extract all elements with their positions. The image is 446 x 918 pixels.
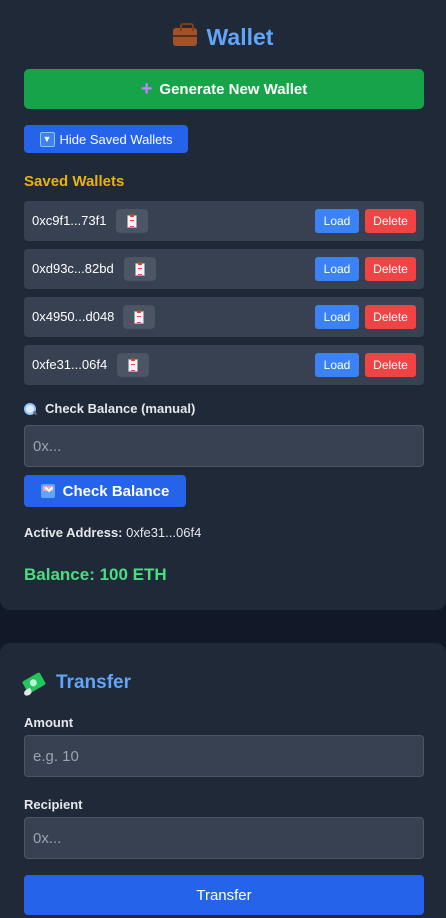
wallet-address: 0xfe31...06f4 [32, 357, 108, 372]
check-balance-button[interactable]: Check Balance [24, 475, 186, 507]
briefcase-icon [172, 23, 197, 46]
recipient-label: Recipient [24, 797, 83, 812]
triangle-down-icon: ▼ [39, 131, 55, 147]
recipient-input[interactable] [24, 817, 424, 859]
wallet-card: Wallet + Generate New Wallet ▼ Hide Save… [0, 0, 446, 610]
transfer-title-text: Transfer [56, 672, 131, 693]
load-wallet-button[interactable]: Load [315, 209, 359, 233]
copy-address-button[interactable] [116, 209, 148, 233]
copy-address-button[interactable] [124, 257, 156, 281]
transfer-button[interactable]: Transfer [24, 875, 424, 915]
money-icon [21, 671, 47, 695]
hide-saved-wallets-button[interactable]: ▼ Hide Saved Wallets [24, 125, 188, 153]
active-address-label: Active Address: [24, 525, 123, 540]
wallet-address: 0x4950...d048 [32, 309, 115, 324]
inbox-icon [40, 484, 55, 498]
check-balance-button-label: Check Balance [62, 482, 170, 500]
transfer-card: Transfer Amount Recipient Transfer [0, 643, 446, 918]
delete-wallet-button[interactable]: Delete [365, 305, 416, 329]
generate-wallet-label: Generate New Wallet [159, 80, 308, 98]
amount-label: Amount [24, 715, 74, 730]
saved-wallets-title: Saved Wallets [24, 173, 125, 190]
copy-address-button[interactable] [117, 353, 149, 377]
active-address-value: 0xfe31...06f4 [126, 525, 202, 540]
clipboard-icon [134, 309, 144, 324]
clipboard-icon [128, 357, 138, 372]
wallet-title: Wallet [0, 23, 446, 51]
balance-display: Balance: 100 ETH [24, 565, 167, 584]
delete-wallet-button[interactable]: Delete [365, 209, 416, 233]
transfer-title: Transfer [21, 671, 131, 695]
check-balance-label: Check Balance (manual) [24, 401, 195, 416]
clipboard-icon [135, 261, 145, 276]
load-wallet-button[interactable]: Load [315, 257, 359, 281]
wallet-title-text: Wallet [206, 24, 274, 50]
saved-wallet-row: 0xc9f1...73f1 Load Delete [24, 201, 424, 241]
saved-wallet-row: 0xd93c...82bd Load Delete [24, 249, 424, 289]
magnifier-icon [24, 402, 36, 415]
amount-input[interactable] [24, 735, 424, 777]
copy-address-button[interactable] [123, 305, 155, 329]
saved-wallet-row: 0x4950...d048 Load Delete [24, 297, 424, 337]
active-address: Active Address: 0xfe31...06f4 [24, 525, 201, 540]
clipboard-icon [127, 213, 137, 228]
check-balance-label-text: Check Balance (manual) [45, 401, 196, 416]
delete-wallet-button[interactable]: Delete [365, 353, 416, 377]
delete-wallet-button[interactable]: Delete [365, 257, 416, 281]
load-wallet-button[interactable]: Load [315, 305, 359, 329]
saved-wallet-row: 0xfe31...06f4 Load Delete [24, 345, 424, 385]
load-wallet-button[interactable]: Load [315, 353, 359, 377]
generate-wallet-button[interactable]: + Generate New Wallet [24, 69, 424, 109]
check-balance-address-input[interactable] [24, 425, 424, 467]
wallet-address: 0xd93c...82bd [32, 261, 114, 276]
wallet-address: 0xc9f1...73f1 [32, 213, 107, 228]
plus-icon: + [140, 78, 153, 100]
hide-saved-wallets-label: Hide Saved Wallets [59, 131, 173, 147]
